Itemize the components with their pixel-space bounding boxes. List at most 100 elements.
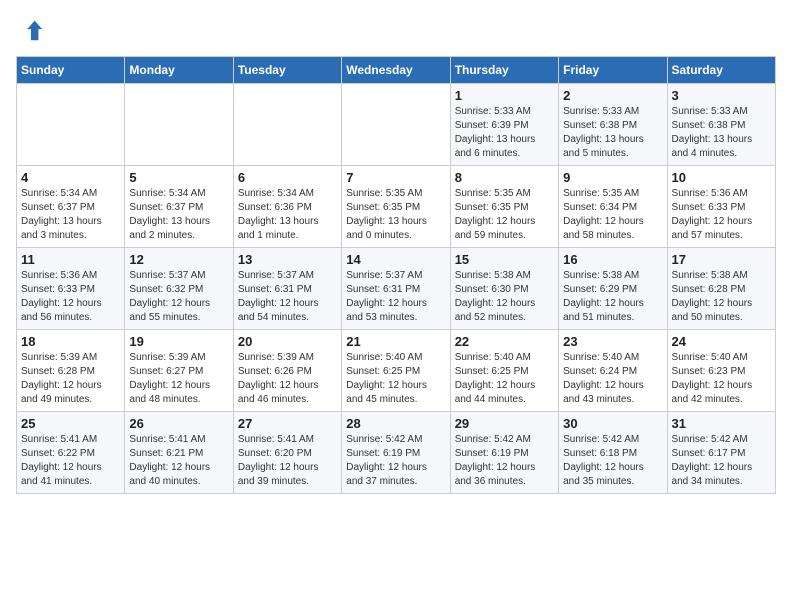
calendar-header-row: SundayMondayTuesdayWednesdayThursdayFrid… [17, 57, 776, 84]
day-number: 9 [563, 170, 662, 185]
column-header-saturday: Saturday [667, 57, 775, 84]
week-row-1: 1Sunrise: 5:33 AM Sunset: 6:39 PM Daylig… [17, 84, 776, 166]
day-number: 27 [238, 416, 337, 431]
day-number: 15 [455, 252, 554, 267]
day-info: Sunrise: 5:42 AM Sunset: 6:17 PM Dayligh… [672, 433, 771, 489]
day-info: Sunrise: 5:40 AM Sunset: 6:25 PM Dayligh… [455, 351, 554, 407]
day-info: Sunrise: 5:34 AM Sunset: 6:37 PM Dayligh… [129, 187, 228, 243]
calendar-cell: 28 Sunrise: 5:42 AM Sunset: 6:19 PM Dayli… [342, 412, 450, 494]
day-info: Sunrise: 5:40 AM Sunset: 6:23 PM Dayligh… [672, 351, 771, 407]
day-info: Sunrise: 5:34 AM Sunset: 6:36 PM Dayligh… [238, 187, 337, 243]
calendar-cell: 26Sunrise: 5:41 AM Sunset: 6:21 PM Dayli… [125, 412, 233, 494]
calendar-table: SundayMondayTuesdayWednesdayThursdayFrid… [16, 56, 776, 494]
calendar-cell: 6 Sunrise: 5:34 AM Sunset: 6:36 PM Daylig… [233, 166, 341, 248]
calendar-cell: 4 Sunrise: 5:34 AM Sunset: 6:37 PM Daylig… [17, 166, 125, 248]
calendar-cell: 29 Sunrise: 5:42 AM Sunset: 6:19 PM Dayli… [450, 412, 558, 494]
day-info: Sunrise: 5:42 AM Sunset: 6:19 PM Dayligh… [455, 433, 554, 489]
day-number: 19 [129, 334, 228, 349]
page-header [16, 16, 776, 44]
day-number: 6 [238, 170, 337, 185]
calendar-cell: 19 Sunrise: 5:39 AM Sunset: 6:27 PM Dayli… [125, 330, 233, 412]
day-number: 11 [21, 252, 120, 267]
day-number: 23 [563, 334, 662, 349]
calendar-cell: 9 Sunrise: 5:35 AM Sunset: 6:34 PM Daylig… [559, 166, 667, 248]
day-number: 1 [455, 88, 554, 103]
calendar-cell: 24 Sunrise: 5:40 AM Sunset: 6:23 PM Dayli… [667, 330, 775, 412]
calendar-cell: 31 Sunrise: 5:42 AM Sunset: 6:17 PM Dayli… [667, 412, 775, 494]
day-number: 2 [563, 88, 662, 103]
day-number: 21 [346, 334, 445, 349]
day-number: 12 [129, 252, 228, 267]
calendar-cell: 21 Sunrise: 5:40 AM Sunset: 6:25 PM Dayli… [342, 330, 450, 412]
calendar-cell: 22 Sunrise: 5:40 AM Sunset: 6:25 PM Dayli… [450, 330, 558, 412]
column-header-tuesday: Tuesday [233, 57, 341, 84]
day-info: Sunrise: 5:41 AM Sunset: 6:20 PM Dayligh… [238, 433, 337, 489]
calendar-cell: 11 Sunrise: 5:36 AM Sunset: 6:33 PM Dayli… [17, 248, 125, 330]
day-number: 30 [563, 416, 662, 431]
calendar-cell: 27 Sunrise: 5:41 AM Sunset: 6:20 PM Dayli… [233, 412, 341, 494]
day-number: 28 [346, 416, 445, 431]
day-info: Sunrise: 5:38 AM Sunset: 6:29 PM Dayligh… [563, 269, 662, 325]
column-header-friday: Friday [559, 57, 667, 84]
day-info: Sunrise: 5:38 AM Sunset: 6:28 PM Dayligh… [672, 269, 771, 325]
logo [16, 16, 46, 44]
day-info: Sunrise: 5:38 AM Sunset: 6:30 PM Dayligh… [455, 269, 554, 325]
week-row-5: 25 Sunrise: 5:41 AM Sunset: 6:22 PM Dayli… [17, 412, 776, 494]
day-info: Sunrise: 5:35 AM Sunset: 6:34 PM Dayligh… [563, 187, 662, 243]
logo-icon [16, 16, 44, 44]
calendar-cell [17, 84, 125, 166]
day-info: Sunrise: 5:37 AM Sunset: 6:31 PM Dayligh… [238, 269, 337, 325]
day-number: 13 [238, 252, 337, 267]
calendar-cell: 23 Sunrise: 5:40 AM Sunset: 6:24 PM Dayli… [559, 330, 667, 412]
calendar-cell: 12Sunrise: 5:37 AM Sunset: 6:32 PM Dayli… [125, 248, 233, 330]
calendar-cell: 14 Sunrise: 5:37 AM Sunset: 6:31 PM Dayli… [342, 248, 450, 330]
day-info: Sunrise: 5:39 AM Sunset: 6:26 PM Dayligh… [238, 351, 337, 407]
day-number: 29 [455, 416, 554, 431]
calendar-cell [342, 84, 450, 166]
week-row-2: 4 Sunrise: 5:34 AM Sunset: 6:37 PM Daylig… [17, 166, 776, 248]
day-number: 10 [672, 170, 771, 185]
day-number: 22 [455, 334, 554, 349]
calendar-cell: 15 Sunrise: 5:38 AM Sunset: 6:30 PM Dayli… [450, 248, 558, 330]
day-number: 25 [21, 416, 120, 431]
calendar-cell: 8Sunrise: 5:35 AM Sunset: 6:35 PM Daylig… [450, 166, 558, 248]
day-number: 3 [672, 88, 771, 103]
calendar-cell [233, 84, 341, 166]
day-info: Sunrise: 5:35 AM Sunset: 6:35 PM Dayligh… [455, 187, 554, 243]
calendar-cell: 18Sunrise: 5:39 AM Sunset: 6:28 PM Dayli… [17, 330, 125, 412]
day-number: 26 [129, 416, 228, 431]
day-number: 24 [672, 334, 771, 349]
calendar-cell [125, 84, 233, 166]
day-number: 7 [346, 170, 445, 185]
day-info: Sunrise: 5:36 AM Sunset: 6:33 PM Dayligh… [21, 269, 120, 325]
day-number: 31 [672, 416, 771, 431]
day-info: Sunrise: 5:40 AM Sunset: 6:24 PM Dayligh… [563, 351, 662, 407]
day-number: 18 [21, 334, 120, 349]
column-header-sunday: Sunday [17, 57, 125, 84]
day-info: Sunrise: 5:34 AM Sunset: 6:37 PM Dayligh… [21, 187, 120, 243]
day-info: Sunrise: 5:36 AM Sunset: 6:33 PM Dayligh… [672, 187, 771, 243]
day-number: 14 [346, 252, 445, 267]
day-info: Sunrise: 5:33 AM Sunset: 6:38 PM Dayligh… [672, 105, 771, 161]
day-info: Sunrise: 5:40 AM Sunset: 6:25 PM Dayligh… [346, 351, 445, 407]
day-number: 4 [21, 170, 120, 185]
calendar-cell: 13 Sunrise: 5:37 AM Sunset: 6:31 PM Dayli… [233, 248, 341, 330]
column-header-wednesday: Wednesday [342, 57, 450, 84]
calendar-cell: 2 Sunrise: 5:33 AM Sunset: 6:38 PM Daylig… [559, 84, 667, 166]
day-info: Sunrise: 5:42 AM Sunset: 6:18 PM Dayligh… [563, 433, 662, 489]
calendar-cell: 3 Sunrise: 5:33 AM Sunset: 6:38 PM Daylig… [667, 84, 775, 166]
column-header-thursday: Thursday [450, 57, 558, 84]
column-header-monday: Monday [125, 57, 233, 84]
calendar-cell: 10 Sunrise: 5:36 AM Sunset: 6:33 PM Dayli… [667, 166, 775, 248]
day-info: Sunrise: 5:35 AM Sunset: 6:35 PM Dayligh… [346, 187, 445, 243]
day-info: Sunrise: 5:39 AM Sunset: 6:27 PM Dayligh… [129, 351, 228, 407]
calendar-cell: 25 Sunrise: 5:41 AM Sunset: 6:22 PM Dayli… [17, 412, 125, 494]
day-info: Sunrise: 5:33 AM Sunset: 6:38 PM Dayligh… [563, 105, 662, 161]
day-info: Sunrise: 5:37 AM Sunset: 6:31 PM Dayligh… [346, 269, 445, 325]
day-info: Sunrise: 5:42 AM Sunset: 6:19 PM Dayligh… [346, 433, 445, 489]
day-number: 20 [238, 334, 337, 349]
day-number: 16 [563, 252, 662, 267]
day-number: 5 [129, 170, 228, 185]
calendar-cell: 16 Sunrise: 5:38 AM Sunset: 6:29 PM Dayli… [559, 248, 667, 330]
day-info: Sunrise: 5:41 AM Sunset: 6:22 PM Dayligh… [21, 433, 120, 489]
